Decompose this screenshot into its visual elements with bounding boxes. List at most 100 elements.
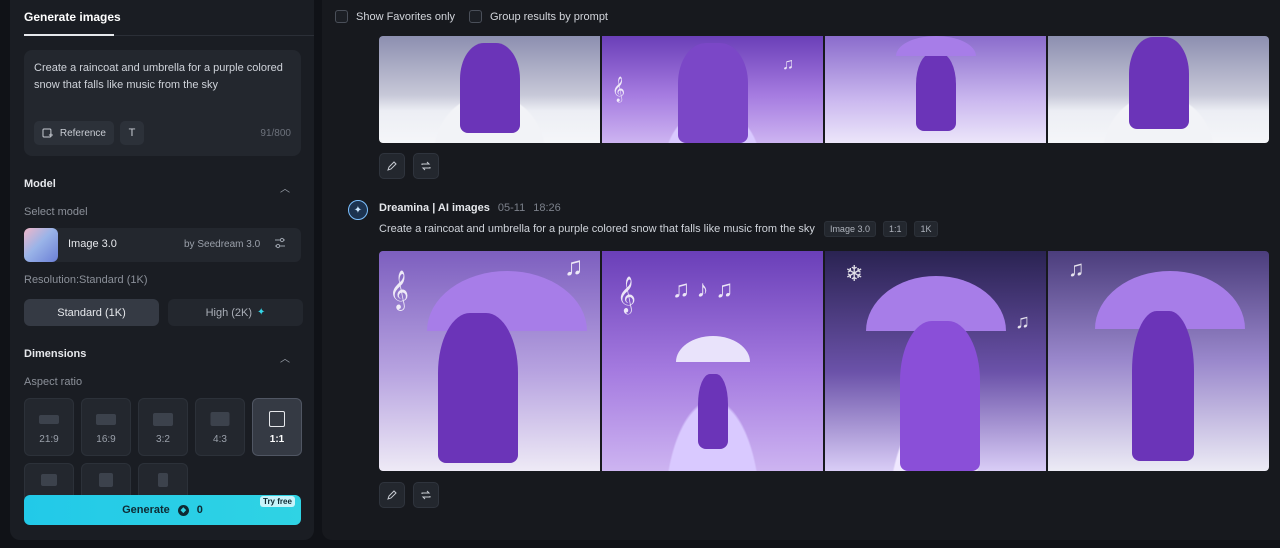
resolution-high-button[interactable]: High (2K) ✦: [168, 299, 303, 326]
resolution-label: Resolution:Standard (1K): [24, 274, 148, 286]
ratio-shape: [158, 473, 168, 487]
figure-shape: [899, 321, 980, 471]
sliders-icon[interactable]: [274, 237, 286, 252]
show-favorites-toggle[interactable]: Show Favorites only: [335, 10, 455, 23]
previous-result-images: 𝄞 ♫: [379, 36, 1269, 143]
dreamina-logo-icon: ✦: [348, 200, 368, 220]
ratio-shape: [96, 414, 116, 425]
model-thumbnail: [24, 228, 58, 262]
active-tab-indicator: [24, 34, 114, 36]
tag-resolution: 1K: [914, 221, 938, 237]
generate-label: Generate: [122, 504, 170, 516]
regenerate-button[interactable]: [413, 153, 439, 179]
music-note-icon: ♫: [564, 251, 584, 281]
ratio-option-3-2[interactable]: 3:2: [138, 398, 188, 456]
generation-meta: Dreamina | AI images 05-11 18:26: [379, 202, 561, 214]
music-note-icon: ♫: [1015, 311, 1030, 333]
ratio-shape: [269, 411, 285, 427]
ratio-option-21-9[interactable]: 21:9: [24, 398, 74, 456]
chevron-up-icon[interactable]: ︿: [280, 180, 290, 195]
model-name: Image 3.0: [68, 238, 117, 250]
music-note-icon: ♫ ♪ ♫: [672, 276, 734, 303]
generation-prompt[interactable]: Create a raincoat and umbrella for a pur…: [379, 223, 815, 235]
figure-shape: [1131, 311, 1194, 461]
dimensions-section-title: Dimensions: [24, 348, 87, 360]
repeat-icon: [421, 161, 431, 171]
figure-shape: [697, 374, 728, 449]
ratio-shape: [153, 413, 173, 426]
regenerate-button[interactable]: [413, 482, 439, 508]
ratio-option-1-1[interactable]: 1:1: [252, 398, 302, 456]
resolution-standard-button[interactable]: Standard (1K): [24, 299, 159, 326]
pencil-icon: [387, 161, 397, 171]
generation-author: Dreamina | AI images: [379, 202, 490, 214]
ratio-shape: [210, 412, 230, 426]
figure-shape: [1128, 37, 1189, 129]
ratio-label: 16:9: [96, 434, 116, 445]
ratio-label: 21:9: [39, 434, 59, 445]
text-tool-icon: T: [128, 127, 136, 139]
result-image[interactable]: [379, 36, 600, 143]
generation-time: 18:26: [533, 202, 561, 214]
ratio-option-16-9[interactable]: 16:9: [81, 398, 131, 456]
group-by-prompt-label: Group results by prompt: [490, 10, 608, 23]
char-count: 91/800: [260, 128, 291, 139]
result-image[interactable]: ❄ ♫: [825, 251, 1046, 471]
figure-shape: [677, 43, 748, 143]
show-favorites-checkbox[interactable]: [335, 10, 348, 23]
resolution-standard-label: Standard (1K): [57, 306, 126, 319]
tab-generate-images[interactable]: Generate images: [24, 10, 121, 24]
ratio-label: 3:2: [156, 434, 170, 445]
music-note-icon: 𝄞: [389, 271, 410, 309]
music-note-icon: ♫: [1068, 256, 1085, 281]
group-by-prompt-toggle[interactable]: Group results by prompt: [469, 10, 608, 23]
snowflake-icon: ❄: [845, 261, 864, 286]
ratio-label: 1:1: [269, 434, 285, 445]
umbrella-shape: [675, 336, 750, 362]
tag-ratio: 1:1: [882, 221, 908, 237]
figure-shape: [459, 43, 520, 133]
select-model-label: Select model: [24, 206, 88, 218]
aspect-ratio-label: Aspect ratio: [24, 376, 83, 388]
result-image[interactable]: [825, 36, 1046, 143]
ratio-shape: [39, 415, 59, 424]
try-free-badge: Try free: [260, 496, 295, 507]
resolution-high-label: High (2K): [205, 306, 253, 319]
show-favorites-label: Show Favorites only: [356, 10, 456, 23]
generation-settings-panel: Generate images Create a raincoat and um…: [10, 0, 314, 540]
music-note-icon: 𝄞: [617, 276, 636, 312]
prompt-textarea[interactable]: Create a raincoat and umbrella for a pur…: [34, 60, 284, 94]
reference-button[interactable]: Reference: [34, 121, 114, 145]
result-image[interactable]: [1048, 36, 1269, 143]
result-image[interactable]: 𝄞 ♫: [379, 251, 600, 471]
result-image[interactable]: 𝄞 ♫ ♪ ♫: [602, 251, 823, 471]
generated-images: 𝄞 ♫ 𝄞 ♫ ♪ ♫ ❄ ♫ ♫: [379, 251, 1269, 471]
reference-label: Reference: [59, 127, 106, 139]
pencil-icon: [387, 490, 397, 500]
image-plus-icon: [42, 128, 53, 138]
result-image[interactable]: ♫: [1048, 251, 1269, 471]
result-image[interactable]: 𝄞 ♫: [602, 36, 823, 143]
model-section-title: Model: [24, 178, 56, 190]
credit-coin-icon: ◆: [177, 504, 189, 516]
repeat-icon: [421, 490, 431, 500]
text-tool-button[interactable]: T: [120, 121, 144, 145]
group-by-prompt-checkbox[interactable]: [469, 10, 482, 23]
prompt-input-box[interactable]: Create a raincoat and umbrella for a pur…: [24, 50, 301, 156]
ratio-label: 4:3: [213, 434, 227, 445]
generation-date: 05-11: [497, 202, 526, 214]
edit-button[interactable]: [379, 153, 405, 179]
model-provider: by Seedream 3.0: [184, 239, 261, 250]
sparkle-icon: ✦: [257, 307, 266, 318]
model-selector[interactable]: Image 3.0 by Seedream 3.0: [24, 228, 301, 262]
ratio-shape: [99, 473, 113, 487]
ratio-option-4-3[interactable]: 4:3: [195, 398, 245, 456]
figure-shape: [915, 53, 956, 131]
generation-prompt-row: Create a raincoat and umbrella for a pur…: [379, 221, 938, 237]
music-note-icon: 𝄞: [612, 76, 626, 101]
results-panel: Show Favorites only Group results by pro…: [322, 0, 1280, 540]
edit-button[interactable]: [379, 482, 405, 508]
generate-cost: 0: [196, 504, 203, 516]
chevron-up-icon[interactable]: ︿: [280, 350, 290, 365]
figure-shape: [438, 313, 519, 463]
